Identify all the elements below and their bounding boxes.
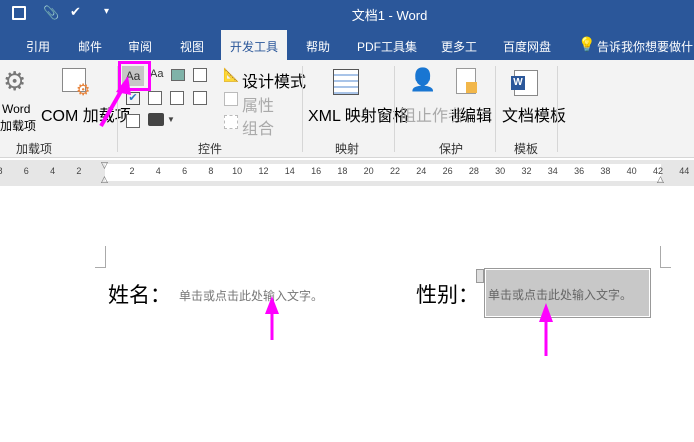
arrow-head-1 (116, 76, 131, 95)
arrow-head-3 (539, 303, 553, 322)
annotation-arrows (99, 76, 553, 356)
arrow-head-2 (265, 296, 279, 314)
